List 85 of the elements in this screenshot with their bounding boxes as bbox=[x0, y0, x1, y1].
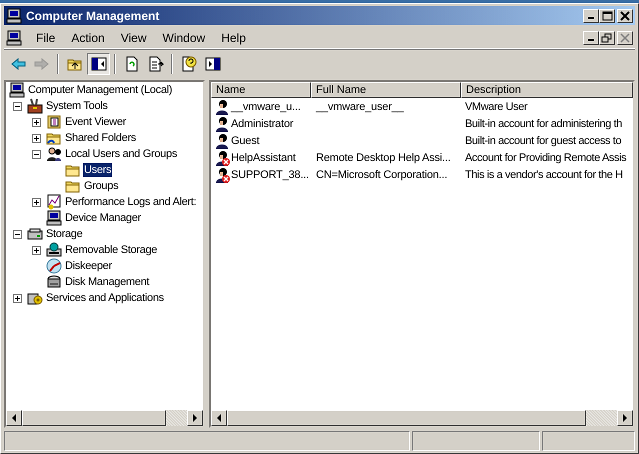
users-icon bbox=[46, 146, 62, 162]
column-header[interactable]: Description bbox=[461, 82, 633, 98]
disk-icon bbox=[46, 258, 62, 274]
table-cell: Built-in account for guest access to bbox=[464, 134, 622, 146]
table-cell: Account for Providing Remote Assis bbox=[464, 152, 626, 164]
expand-box[interactable] bbox=[32, 134, 41, 142]
tree-item[interactable]: Disk Management bbox=[64, 275, 150, 289]
tree-item[interactable]: Groups bbox=[83, 179, 120, 193]
computer-icon bbox=[46, 210, 62, 226]
tree-item[interactable]: Event Viewer bbox=[64, 115, 128, 129]
table-cell: HelpAssistant bbox=[230, 152, 296, 164]
help-icon bbox=[180, 56, 196, 72]
tree-item[interactable]: System Tools bbox=[45, 99, 109, 113]
scrollbar-thumb[interactable] bbox=[22, 410, 166, 426]
tree-item[interactable]: Storage bbox=[45, 227, 84, 241]
close-icon bbox=[619, 32, 631, 42]
disk-drive-icon bbox=[46, 274, 62, 290]
right-arrow-icon bbox=[622, 414, 628, 422]
menu-item[interactable]: View bbox=[112, 30, 154, 44]
maximize-icon bbox=[601, 10, 613, 20]
close-button[interactable] bbox=[617, 8, 633, 22]
menu-item[interactable]: File bbox=[28, 30, 64, 44]
table-cell: Built-in account for administering th bbox=[464, 118, 622, 130]
tree-item[interactable]: Removable Storage bbox=[64, 243, 158, 257]
minimize-button[interactable] bbox=[583, 8, 599, 22]
minimize-button[interactable] bbox=[583, 30, 599, 44]
horizontal-scrollbar[interactable] bbox=[6, 410, 203, 426]
scroll-left-button[interactable] bbox=[6, 410, 22, 426]
table-cell: Guest bbox=[230, 134, 260, 146]
tree-item[interactable]: Diskeeper bbox=[64, 259, 113, 273]
table-cell: __vmware_u... bbox=[230, 100, 301, 112]
tree-item[interactable]: Users bbox=[83, 163, 112, 177]
drive-icon bbox=[27, 226, 43, 242]
forward-arrow-icon bbox=[34, 56, 50, 72]
tree-item[interactable]: Services and Applications bbox=[45, 291, 165, 305]
scroll-right-button[interactable] bbox=[617, 410, 633, 426]
table-cell: SUPPORT_38... bbox=[230, 168, 309, 180]
restore-icon bbox=[601, 32, 613, 42]
table-cell: Remote Desktop Help Assi... bbox=[315, 152, 451, 164]
minimize-icon bbox=[588, 16, 594, 18]
collapse-box[interactable] bbox=[32, 150, 41, 158]
computer-icon bbox=[6, 8, 22, 24]
table-cell: Administrator bbox=[230, 118, 294, 130]
menu-item[interactable]: Help bbox=[213, 30, 254, 44]
export-list-icon bbox=[148, 56, 164, 72]
menu-item[interactable]: Action bbox=[63, 30, 113, 44]
close-icon bbox=[619, 10, 631, 20]
table-cell: __vmware_user__ bbox=[315, 100, 404, 112]
expand-box[interactable] bbox=[32, 246, 41, 254]
toolbar-button[interactable] bbox=[87, 53, 110, 75]
computer-icon bbox=[9, 82, 25, 98]
minimize-icon bbox=[588, 38, 594, 40]
expand-box[interactable] bbox=[32, 198, 41, 206]
table-cell: VMware User bbox=[464, 100, 528, 112]
expand-box[interactable] bbox=[32, 118, 41, 126]
back-arrow-icon bbox=[10, 56, 26, 72]
pane-icon bbox=[204, 56, 220, 72]
maximize-button[interactable] bbox=[599, 8, 615, 22]
left-arrow-icon bbox=[11, 414, 17, 422]
tree-item[interactable]: Local Users and Groups bbox=[64, 147, 178, 161]
pane-icon bbox=[90, 56, 106, 72]
table-cell: This is a vendor's account for the H bbox=[464, 168, 623, 180]
tree-item[interactable]: Device Manager bbox=[64, 211, 142, 225]
left-arrow-icon bbox=[216, 414, 222, 422]
toolbox-icon bbox=[27, 98, 43, 114]
scroll-left-button[interactable] bbox=[211, 410, 227, 426]
tree-item[interactable]: Computer Management (Local) bbox=[27, 83, 174, 97]
scroll-right-button[interactable] bbox=[187, 410, 203, 426]
expand-box[interactable] bbox=[13, 294, 22, 302]
event-log-icon bbox=[46, 114, 62, 130]
column-header[interactable]: Full Name bbox=[311, 82, 461, 98]
chart-icon bbox=[46, 194, 62, 210]
table-cell: CN=Microsoft Corporation... bbox=[315, 168, 448, 180]
refresh-icon bbox=[124, 56, 140, 72]
tree-item[interactable]: Performance Logs and Alert: bbox=[64, 195, 198, 209]
collapse-box[interactable] bbox=[13, 102, 22, 110]
menu-item[interactable]: Window bbox=[154, 30, 214, 44]
close-button[interactable] bbox=[617, 30, 633, 44]
restore-button[interactable] bbox=[599, 30, 615, 44]
tree-item[interactable]: Shared Folders bbox=[64, 131, 138, 145]
right-arrow-icon bbox=[192, 414, 198, 422]
column-header[interactable]: Name bbox=[211, 82, 311, 98]
computer-icon bbox=[6, 30, 22, 46]
collapse-box[interactable] bbox=[13, 230, 22, 238]
window-title: Computer Management bbox=[26, 8, 160, 22]
